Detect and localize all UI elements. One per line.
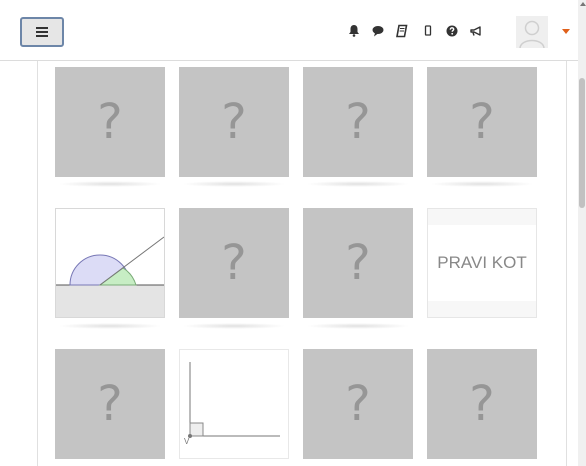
scroll-up-arrow-icon[interactable] (580, 2, 586, 6)
card-question-mark: ? (469, 94, 495, 150)
card-question-mark: ? (97, 376, 123, 432)
chat-icon[interactable] (370, 23, 386, 39)
card-shadow (58, 181, 162, 187)
user-avatar-icon (516, 16, 548, 48)
scrollbar-thumb[interactable] (579, 78, 585, 208)
memory-card-hidden[interactable]: ? (179, 67, 289, 177)
card-shadow (430, 181, 534, 187)
bell-icon[interactable] (346, 23, 362, 39)
card-text-label: PRAVI KOT (437, 253, 527, 272)
mobile-icon[interactable] (420, 23, 436, 39)
memory-game-panel: ? ? ? ? ? ? PRAVI KOT ? V ? ? (37, 61, 567, 466)
memory-card-revealed-text[interactable]: PRAVI KOT (427, 208, 537, 318)
card-shadow (182, 181, 286, 187)
memory-card-hidden[interactable]: ? (427, 67, 537, 177)
memory-card-hidden[interactable]: ? (303, 67, 413, 177)
card-question-mark: ? (97, 94, 123, 150)
card-question-mark: ? (221, 94, 247, 150)
card-shadow (306, 323, 410, 329)
help-icon[interactable] (444, 23, 460, 39)
right-angle-diagram-icon (188, 362, 280, 438)
card-question-mark: ? (345, 376, 371, 432)
user-menu-caret-icon[interactable] (562, 29, 570, 34)
page-scrollbar[interactable] (578, 0, 586, 466)
top-navbar (0, 0, 578, 61)
half-circle-angle-diagram-icon (56, 236, 165, 317)
card-shadow (58, 323, 162, 329)
vertex-label: V (184, 437, 190, 446)
memory-card-hidden[interactable]: ? (303, 349, 413, 459)
card-shadow (306, 181, 410, 187)
memory-card-revealed-image[interactable]: V (179, 349, 289, 459)
memory-card-hidden[interactable]: ? (55, 67, 165, 177)
card-shadow (182, 323, 286, 329)
memory-card-revealed-image[interactable] (55, 208, 165, 318)
memory-card-hidden[interactable]: ? (303, 208, 413, 318)
memory-card-hidden[interactable]: ? (55, 349, 165, 459)
card-question-mark: ? (345, 94, 371, 150)
card-question-mark: ? (221, 235, 247, 291)
memory-card-hidden[interactable]: ? (179, 208, 289, 318)
card-question-mark: ? (469, 376, 495, 432)
megaphone-icon[interactable] (468, 23, 484, 39)
memory-card-hidden[interactable]: ? (427, 349, 537, 459)
book-icon[interactable] (394, 23, 410, 39)
card-question-mark: ? (345, 235, 371, 291)
user-avatar[interactable] (516, 16, 548, 48)
nav-icon-group (0, 23, 578, 41)
